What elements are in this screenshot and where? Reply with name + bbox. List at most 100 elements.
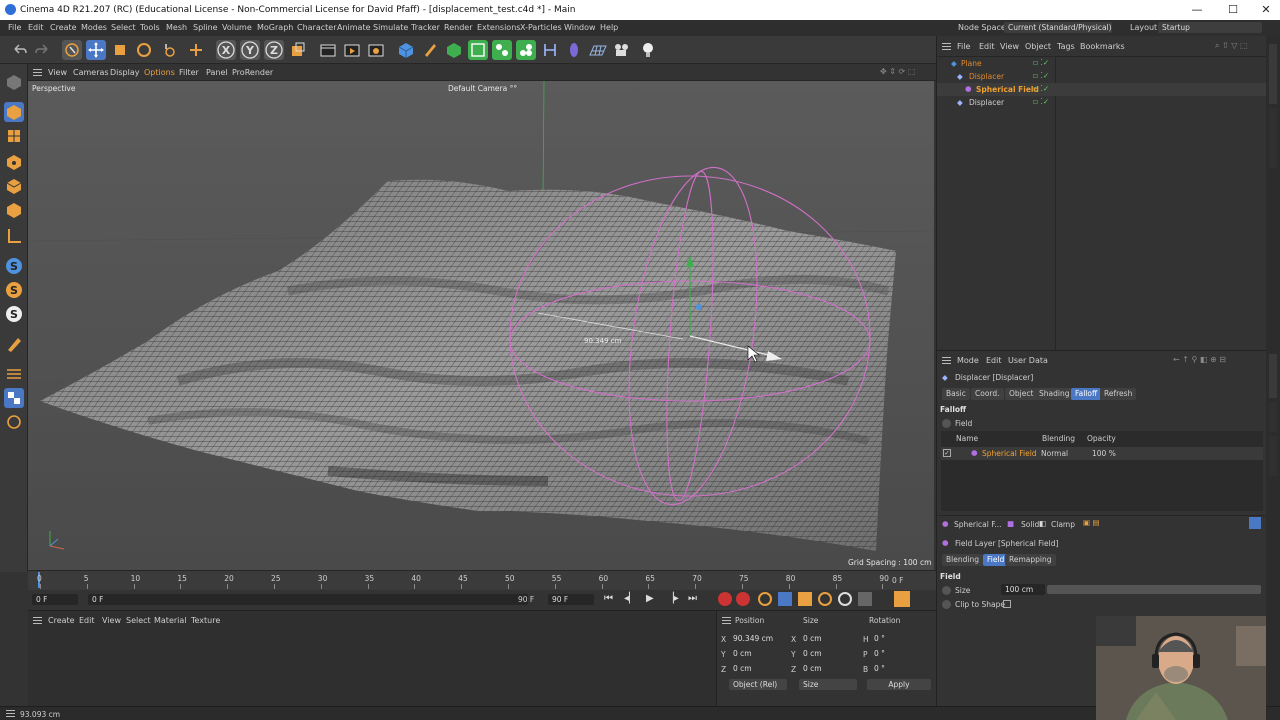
current-frame-field[interactable]: 0 F bbox=[32, 594, 78, 605]
redo-icon[interactable] bbox=[32, 40, 52, 60]
undo-icon[interactable] bbox=[10, 40, 30, 60]
viewport-menu-view[interactable]: View bbox=[48, 68, 67, 77]
object-row-plane[interactable]: ◆ Plane ▫ ⁚✓ bbox=[937, 57, 1267, 70]
render-picture-viewer-icon[interactable] bbox=[342, 40, 362, 60]
visibility-check-icon[interactable]: ▫ ⁚✓ bbox=[1033, 84, 1049, 93]
deformer-icon[interactable] bbox=[540, 40, 560, 60]
tab-object[interactable]: Object bbox=[1005, 388, 1038, 400]
step-back-icon[interactable]: ◂▏ bbox=[624, 593, 637, 604]
rot-p-field[interactable]: 0 ° bbox=[870, 648, 928, 659]
texture-mode-icon[interactable] bbox=[4, 126, 24, 146]
material-menu-texture[interactable]: Texture bbox=[191, 616, 220, 625]
autokey-icon[interactable] bbox=[736, 592, 750, 606]
timeline-menu-icon[interactable] bbox=[894, 591, 910, 607]
live-selection-icon[interactable] bbox=[62, 40, 82, 60]
rotate-tool-icon[interactable] bbox=[134, 40, 154, 60]
go-to-end-icon[interactable]: ⏭ bbox=[688, 593, 697, 604]
menu-create[interactable]: Create bbox=[50, 23, 77, 32]
tab-refresh[interactable]: Refresh bbox=[1100, 388, 1137, 400]
workplane-icon[interactable] bbox=[4, 334, 24, 354]
recent-tools-icon[interactable] bbox=[160, 40, 180, 60]
pos-z-field[interactable]: 0 cm bbox=[729, 663, 787, 674]
viewport-camera-name[interactable]: Default Camera °° bbox=[448, 84, 517, 93]
visibility-check-icon[interactable]: ▫ ⁚✓ bbox=[1033, 97, 1049, 106]
go-to-start-icon[interactable]: ⏮ bbox=[604, 593, 613, 604]
point-mode-icon[interactable] bbox=[4, 152, 24, 172]
move-tool-icon[interactable] bbox=[86, 40, 106, 60]
coordinate-mode-dropdown[interactable]: Object (Rel) bbox=[729, 679, 787, 690]
add-object-icon[interactable] bbox=[186, 40, 206, 60]
axis-mode-icon[interactable] bbox=[4, 226, 24, 246]
menu-spline[interactable]: Spline bbox=[193, 23, 218, 32]
solo-mode-icon[interactable]: S bbox=[4, 304, 24, 324]
menu-file[interactable]: File bbox=[8, 23, 21, 32]
viewport-menu-panel[interactable]: Panel bbox=[206, 68, 228, 77]
object-menu-icon[interactable] bbox=[942, 43, 951, 50]
checkerboard-icon[interactable] bbox=[4, 388, 24, 408]
maximize-button[interactable]: ☐ bbox=[1222, 2, 1244, 18]
visibility-check-icon[interactable]: ▫ ⁚✓ bbox=[1033, 71, 1049, 80]
minimize-button[interactable]: — bbox=[1186, 2, 1208, 18]
edge-mode-icon[interactable] bbox=[4, 176, 24, 196]
layer-toolbar-solid[interactable]: Solid bbox=[1021, 520, 1039, 529]
floor-environment-icon[interactable] bbox=[588, 40, 608, 60]
tab-shading[interactable]: Shading bbox=[1035, 388, 1074, 400]
layer-enable-checkbox[interactable]: ✓ bbox=[943, 449, 951, 457]
viewport-menu-prorender[interactable]: ProRender bbox=[232, 68, 273, 77]
layer-tab-blending[interactable]: Blending bbox=[942, 554, 983, 566]
material-menu-select[interactable]: Select bbox=[126, 616, 151, 625]
pos-x-field[interactable]: 90.349 cm bbox=[729, 633, 787, 644]
object-menu-edit[interactable]: Edit bbox=[979, 42, 995, 51]
preview-start-field[interactable]: 0 F bbox=[88, 594, 528, 605]
key-scale-icon[interactable] bbox=[798, 592, 812, 606]
key-pla-icon[interactable] bbox=[858, 592, 872, 606]
end-frame-field[interactable]: 90 F bbox=[548, 594, 594, 605]
cloner-icon[interactable] bbox=[492, 40, 512, 60]
objects-side-tab[interactable] bbox=[1269, 44, 1277, 104]
layer-opacity-field[interactable]: 100 % bbox=[1092, 449, 1116, 458]
layer-blending-dropdown[interactable]: Normal bbox=[1041, 449, 1068, 458]
render-view-icon[interactable] bbox=[318, 40, 338, 60]
python-script-icon[interactable] bbox=[4, 412, 24, 432]
model-mode-icon[interactable] bbox=[4, 102, 24, 122]
menu-tools[interactable]: Tools bbox=[140, 23, 160, 32]
menu-extensions[interactable]: Extensions bbox=[477, 23, 520, 32]
snap-icon[interactable]: S bbox=[4, 256, 24, 276]
material-menu-material[interactable]: Material bbox=[154, 616, 187, 625]
apply-button[interactable]: Apply bbox=[867, 679, 931, 690]
object-menu-bookmarks[interactable]: Bookmarks bbox=[1080, 42, 1125, 51]
layer-toolbar-clamp[interactable]: Clamp bbox=[1051, 520, 1075, 529]
material-menu-icon[interactable] bbox=[33, 617, 42, 624]
z-axis-lock-button[interactable]: Z bbox=[264, 40, 284, 60]
layer-tab-remapping[interactable]: Remapping bbox=[1005, 554, 1056, 566]
material-menu-create[interactable]: Create bbox=[48, 616, 75, 625]
cube-primitive-icon[interactable] bbox=[396, 40, 416, 60]
timeline-ruler[interactable]: 0 5 10 15 20 25 30 35 40 45 50 55 60 65 70 75 80 85 90 0 F bbox=[28, 570, 936, 590]
field-icon[interactable] bbox=[564, 40, 584, 60]
close-button[interactable]: ✕ bbox=[1255, 2, 1277, 18]
size-animate-icon[interactable] bbox=[942, 586, 951, 595]
menu-character[interactable]: Character bbox=[297, 23, 337, 32]
mograph-effector-icon[interactable] bbox=[516, 40, 536, 60]
viewport-move-icon[interactable]: ✥ ⇕ ⟳ ⬚ bbox=[880, 67, 915, 76]
viewport-menu-options[interactable]: Options bbox=[144, 68, 175, 77]
node-space-dropdown[interactable]: Current (Standard/Physical) bbox=[1004, 22, 1112, 33]
size-field[interactable]: 100 cm bbox=[1001, 584, 1045, 595]
3d-viewport[interactable]: Perspective Default Camera °° 90.349 cm … bbox=[28, 81, 934, 570]
size-x-field[interactable]: 0 cm bbox=[799, 633, 857, 644]
render-settings-icon[interactable] bbox=[366, 40, 386, 60]
object-row-spherical-field[interactable]: ● Spherical Field ▫ ⁚✓ bbox=[937, 83, 1267, 96]
array-generator-icon[interactable] bbox=[468, 40, 488, 60]
clip-to-shape-checkbox[interactable] bbox=[1003, 600, 1011, 608]
key-parameter-icon[interactable] bbox=[838, 592, 852, 606]
content-browser-side-tab[interactable] bbox=[1269, 108, 1277, 168]
polygon-mode-icon[interactable] bbox=[4, 200, 24, 220]
viewport-menu-cameras[interactable]: Cameras bbox=[73, 68, 109, 77]
rot-h-field[interactable]: 0 ° bbox=[870, 633, 928, 644]
light-icon[interactable] bbox=[638, 40, 658, 60]
object-menu-view[interactable]: View bbox=[1000, 42, 1019, 51]
play-icon[interactable]: ▶ bbox=[646, 593, 654, 604]
rot-b-field[interactable]: 0 ° bbox=[870, 663, 928, 674]
tab-coord[interactable]: Coord. bbox=[971, 388, 1004, 400]
attribute-menu-icon[interactable] bbox=[942, 357, 951, 364]
